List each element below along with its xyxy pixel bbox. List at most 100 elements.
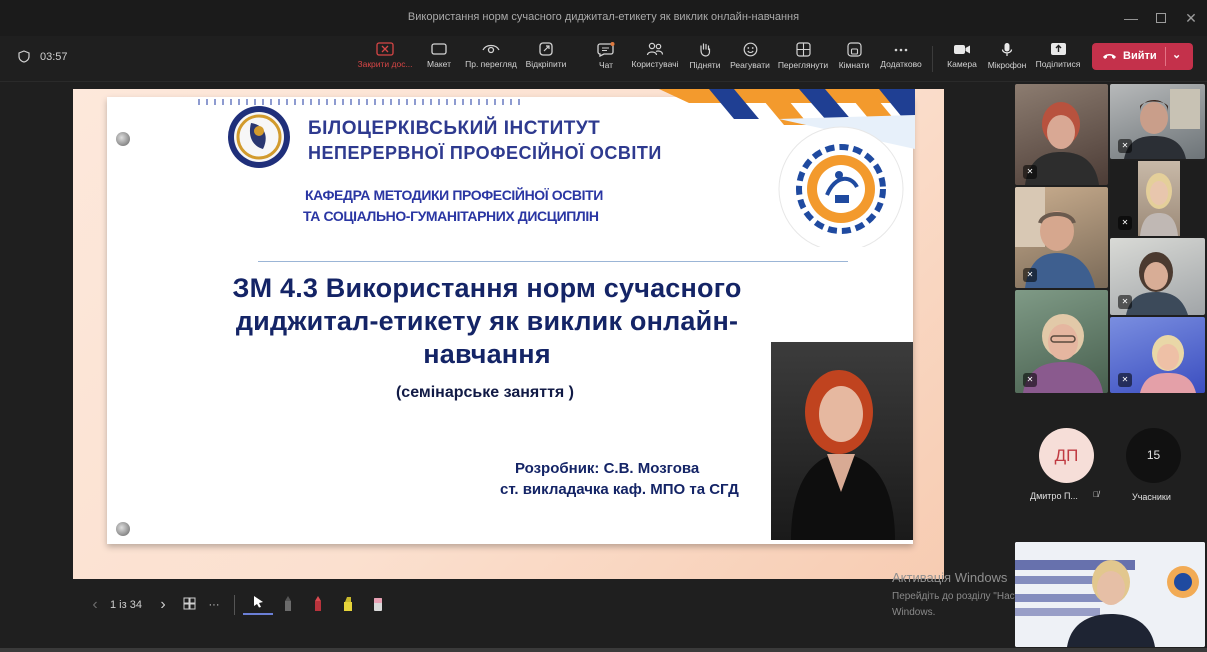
timer-text: 03:57	[40, 50, 68, 63]
chat-icon	[597, 42, 615, 57]
author-position: ст. викладачка каф. МПО та СГД	[500, 481, 739, 498]
view-label: Переглянути	[777, 60, 829, 70]
camera-label: Камера	[947, 59, 977, 69]
leave-button[interactable]: Вийти ⌄	[1092, 43, 1193, 70]
participant-video-tile[interactable]: ✕	[1110, 161, 1205, 236]
smile-icon	[743, 42, 757, 57]
minimize-icon[interactable]: —	[1116, 6, 1146, 30]
camera-icon	[954, 45, 970, 54]
slide-controls: ‹ 1 із 34 › ···	[80, 590, 393, 620]
pin-icon	[116, 132, 130, 146]
camera-button[interactable]: Камера	[944, 40, 980, 78]
phone-hangup-icon	[1103, 54, 1116, 59]
eye-icon	[482, 44, 500, 54]
muted-mic-icon: ✕	[1023, 373, 1037, 387]
mic-button[interactable]: Мікрофон	[986, 40, 1028, 78]
stop-share-label: Закрити дос...	[357, 59, 413, 69]
more-label: Додатково	[880, 59, 922, 69]
view-button[interactable]: Переглянути	[776, 40, 830, 78]
people-button[interactable]: Користувачі	[629, 40, 681, 78]
page-indicator: 1 із 34	[110, 599, 142, 611]
leave-divider	[1165, 47, 1166, 66]
dotted-stripe	[192, 99, 522, 105]
muted-mic-icon: ✕	[1118, 373, 1132, 387]
author-photo	[771, 342, 913, 540]
leave-label: Вийти	[1123, 50, 1157, 62]
highlighter-icon[interactable]	[333, 596, 363, 615]
window-title: Використання норм сучасного диджитал-ети…	[407, 11, 800, 23]
controls-divider	[234, 595, 235, 615]
pop-out-icon	[539, 42, 553, 56]
more-button[interactable]: Додатково	[878, 40, 924, 78]
raise-label: Підняти	[689, 60, 721, 70]
pen-red-icon[interactable]	[303, 595, 333, 615]
rooms-button[interactable]: Кімнати	[836, 40, 872, 78]
participants-count-button[interactable]: 15	[1126, 428, 1181, 483]
muted-mic-icon: ✕	[1118, 139, 1132, 153]
raise-hand-button[interactable]: Підняти	[688, 40, 722, 78]
microphone-icon	[1001, 43, 1013, 56]
participant-avatar[interactable]: ДП	[1039, 428, 1094, 483]
mic-label: Мікрофон	[987, 60, 1027, 70]
chevron-right-icon[interactable]: ›	[150, 596, 176, 614]
react-label: Реагувати	[730, 60, 770, 70]
share-icon	[1050, 43, 1066, 55]
more-icon[interactable]: ···	[202, 599, 226, 611]
stop-share-icon	[376, 42, 394, 56]
pin-icon	[116, 522, 130, 536]
muted-mic-icon: ✕	[1023, 165, 1037, 179]
preview-button[interactable]: Пр. перегляд	[462, 40, 520, 78]
pop-out-button[interactable]: Відкріпити	[522, 40, 570, 78]
participant-video-tile[interactable]: ✕	[1015, 290, 1108, 393]
eraser-icon[interactable]	[363, 596, 393, 615]
people-icon	[646, 42, 664, 56]
meeting-timer: 03:57	[18, 50, 68, 63]
activation-watermark-line3: Windows.	[892, 607, 936, 618]
close-icon[interactable]: ✕	[1176, 6, 1206, 30]
muted-mic-icon: 🎙̸	[1093, 490, 1099, 499]
share-label: Поділитися	[1035, 59, 1081, 69]
layout-button[interactable]: Макет	[421, 40, 457, 78]
grid-icon	[795, 42, 811, 57]
chevron-down-icon[interactable]: ⌄	[1172, 48, 1181, 61]
share-button[interactable]: Поділитися	[1034, 40, 1082, 78]
participant-video-tile[interactable]: ✕	[1015, 187, 1108, 288]
preview-label: Пр. перегляд	[465, 59, 517, 69]
slide-subtitle: (семінарське заняття )	[395, 384, 575, 401]
rooms-icon	[846, 42, 862, 57]
slide-title-line1: ЗМ 4.3 Використання норм сучасного	[232, 273, 742, 303]
layout-label: Макет	[426, 59, 452, 69]
chat-button[interactable]: Чат	[591, 40, 621, 78]
slide-title-line2: диджитал-етикету як виклик онлайн-	[235, 306, 739, 336]
participant-video-tile[interactable]: ✕	[1110, 238, 1205, 315]
toolbar-divider	[932, 46, 933, 72]
react-button[interactable]: Реагувати	[729, 40, 771, 78]
slides-grid-icon[interactable]	[176, 597, 202, 613]
layout-icon	[431, 43, 447, 55]
chat-label: Чат	[598, 60, 614, 70]
slide-title-line3: навчання	[423, 339, 551, 369]
bottom-edge	[0, 648, 1207, 652]
author-name: Розробник: С.В. Мозгова	[515, 460, 700, 477]
department-line2: ТА СОЦІАЛЬНО-ГУМАНІТАРНИХ ДИСЦИПЛІН	[303, 208, 599, 224]
maximize-icon[interactable]	[1146, 6, 1176, 30]
slide-title: ЗМ 4.3 Використання норм сучасного диджи…	[152, 272, 822, 371]
muted-mic-icon: ✕	[1118, 216, 1132, 230]
rooms-label: Кімнати	[838, 60, 870, 70]
title-bar: Використання норм сучасного диджитал-ети…	[0, 0, 1207, 36]
muted-mic-icon: ✕	[1023, 268, 1037, 282]
stop-share-button[interactable]: Закрити дос...	[356, 40, 414, 78]
participant-name: Дмитро П...	[1030, 491, 1078, 501]
pointer-icon[interactable]	[243, 595, 273, 615]
participant-video-tile[interactable]: ✕	[1110, 317, 1205, 393]
self-view-video[interactable]	[1015, 542, 1205, 647]
more-icon	[894, 48, 908, 52]
participant-video-tile[interactable]: ✕	[1110, 84, 1205, 159]
pen-black-icon[interactable]	[273, 595, 303, 615]
participant-video-tile[interactable]: ✕	[1015, 84, 1108, 185]
meeting-toolbar: 03:57 Закрити дос... Макет Пр. перегляд …	[0, 36, 1207, 82]
people-label: Користувачі	[631, 59, 679, 69]
participants-count-label: Учасники	[1132, 492, 1171, 502]
chevron-left-icon[interactable]: ‹	[80, 596, 110, 614]
slide-divider	[258, 261, 848, 262]
